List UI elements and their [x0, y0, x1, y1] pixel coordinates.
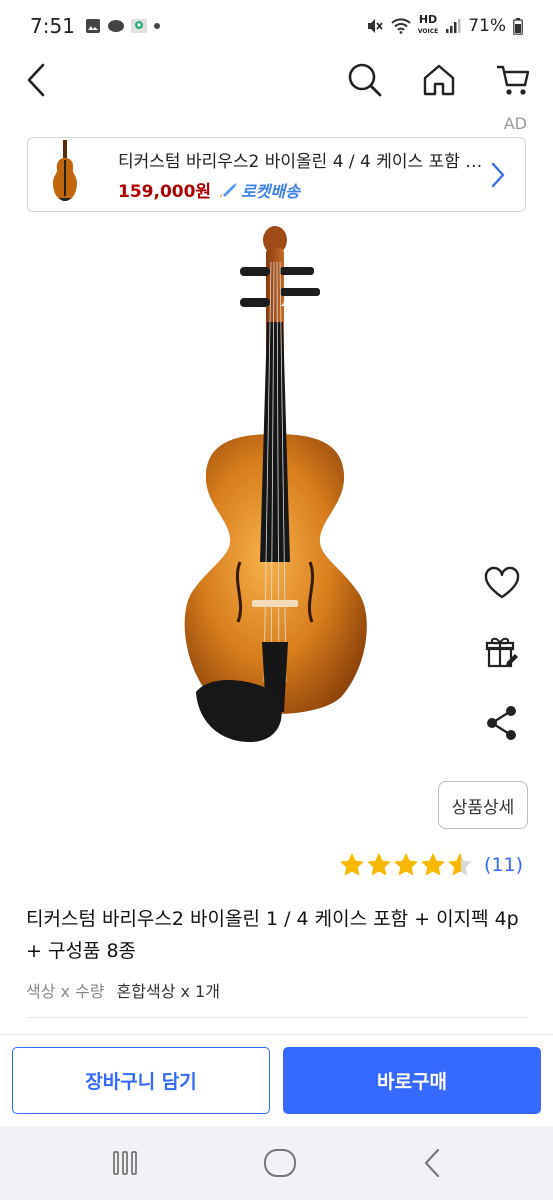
maps-pin-icon [130, 19, 147, 33]
product-option[interactable]: 색상 x 수량 혼합색상 x 1개 [26, 978, 220, 1002]
battery-percent: 71% [468, 16, 506, 36]
status-bar: 7:51 HD VOICE 71% [0, 0, 553, 52]
cart-icon [497, 65, 530, 95]
home-button[interactable] [415, 56, 463, 104]
buy-now-button[interactable]: 바로구매 [283, 1047, 541, 1114]
violin-thumbnail-image [53, 139, 77, 201]
option-value: 혼합색상 x 1개 [116, 982, 220, 1001]
ad-price: 159,000원 [118, 182, 212, 202]
divider [26, 1017, 527, 1018]
rating-count: (11) [483, 854, 523, 876]
gallery-icon [85, 19, 100, 33]
wifi-icon [391, 18, 411, 34]
gift-icon [485, 637, 518, 668]
cart-button[interactable] [489, 56, 537, 104]
recent-apps-icon [113, 1151, 137, 1175]
share-icon [487, 706, 516, 740]
ad-banner[interactable]: 티커스텀 바리우스2 바이올린 4 / 4 케이스 포함 + 이지펙 4p 15… [27, 137, 526, 212]
wishlist-button[interactable] [480, 561, 524, 605]
rating-summary[interactable]: (11) [339, 852, 523, 878]
hd-label: HD [418, 13, 438, 26]
system-navigation-bar [0, 1126, 553, 1200]
chevron-right-icon [491, 162, 505, 187]
dot-icon [153, 23, 160, 29]
star-rating-icon [340, 853, 472, 876]
hd-voice-badge: HD VOICE [417, 13, 439, 37]
ad-info: 티커스텀 바리우스2 바이올린 4 / 4 케이스 포함 + 이지펙 4p 15… [118, 147, 483, 202]
rocket-icon [220, 182, 238, 198]
hd-sub: VOICE [417, 28, 439, 35]
rocket-delivery-badge: 로켓배송 [219, 178, 300, 202]
chat-bubble-icon [107, 20, 124, 32]
ad-thumbnail [28, 139, 102, 211]
purchase-action-bar: 장바구니 담기 바로구매 [0, 1034, 553, 1126]
home-circle-icon [264, 1149, 296, 1177]
ad-title: 티커스텀 바리우스2 바이올린 4 / 4 케이스 포함 + 이지펙 4p [118, 152, 483, 172]
battery-icon [513, 17, 523, 35]
top-navigation [0, 52, 553, 116]
share-button[interactable] [480, 701, 524, 745]
status-right: HD VOICE 71% [366, 13, 523, 37]
back-button[interactable] [12, 56, 60, 104]
heart-icon [484, 566, 520, 599]
system-back-button[interactable] [402, 1143, 462, 1183]
gift-button[interactable] [480, 630, 524, 674]
mute-icon [367, 19, 383, 33]
signal-icon [446, 19, 461, 33]
option-label: 색상 x 수량 [26, 982, 105, 1001]
ad-price-row: 159,000원 로켓배송 [118, 177, 483, 203]
search-icon [348, 63, 382, 97]
violin-image [184, 226, 367, 742]
add-to-cart-button[interactable]: 장바구니 담기 [12, 1047, 270, 1114]
ad-label: AD [503, 114, 527, 133]
product-title: 티커스텀 바리우스2 바이올린 1 / 4 케이스 포함 + 이지펙 4p + … [26, 908, 519, 962]
back-icon [27, 63, 45, 97]
search-button[interactable] [341, 56, 389, 104]
status-time: 7:51 [30, 14, 75, 38]
status-notification-icons [85, 17, 161, 35]
recent-apps-button[interactable] [95, 1143, 155, 1183]
system-back-icon [424, 1148, 440, 1178]
home-icon [423, 64, 455, 96]
rocket-delivery-label: 로켓배송 [241, 181, 300, 201]
home-system-button[interactable] [250, 1143, 310, 1183]
product-image[interactable] [170, 222, 380, 752]
ad-chevron [483, 155, 513, 195]
product-detail-button[interactable]: 상품상세 [438, 781, 528, 829]
